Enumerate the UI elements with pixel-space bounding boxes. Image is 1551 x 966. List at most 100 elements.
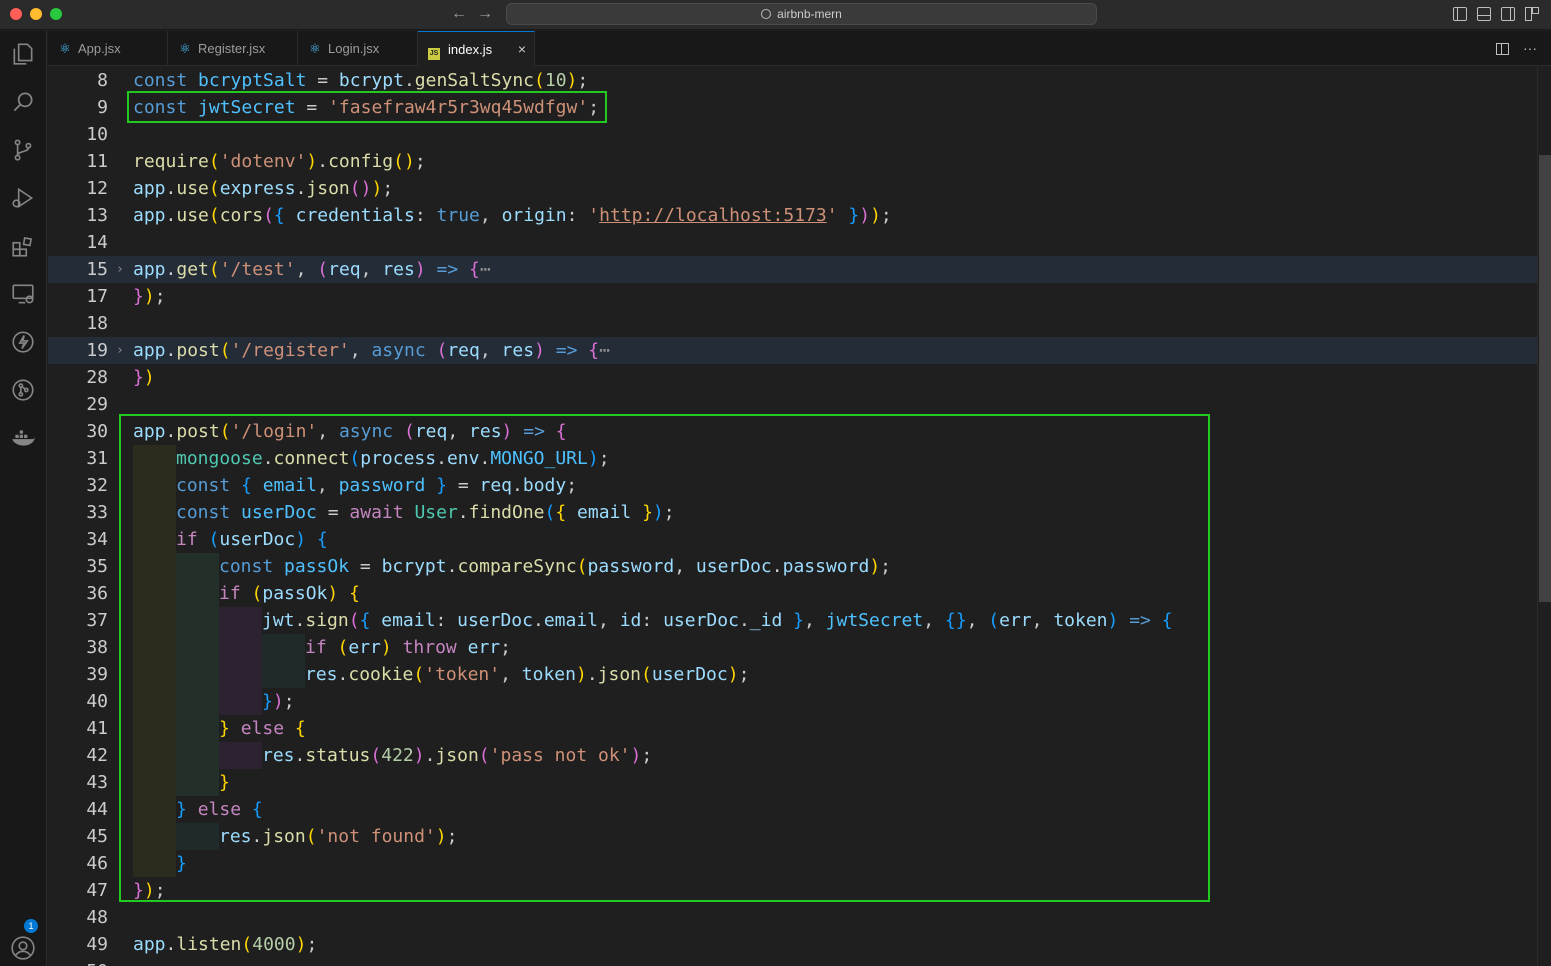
line-number: 12 <box>86 178 108 199</box>
scrollbar-thumb[interactable] <box>1539 155 1551 602</box>
tab-label: Login.jsx <box>328 41 380 56</box>
line-number: 42 <box>86 745 108 766</box>
line-number: 33 <box>86 502 108 523</box>
title-bar: ← → airbnb-mern <box>0 0 1551 30</box>
line-number: 30 <box>86 421 108 442</box>
line-number: 43 <box>86 772 108 793</box>
fold-ellipsis[interactable]: ⋯ <box>480 259 491 280</box>
code-line: 12 app.use(express.json()); <box>48 175 1537 202</box>
split-editor-icon[interactable] <box>1496 43 1509 55</box>
line-number: 46 <box>86 853 108 874</box>
explorer-icon[interactable] <box>9 40 37 68</box>
remote-explorer-icon[interactable] <box>9 280 37 308</box>
line-number: 38 <box>86 637 108 658</box>
code-text: app.use(cors({ credentials: true, origin… <box>133 205 892 226</box>
code-text: app.listen(4000); <box>133 934 318 955</box>
code-line: 18 <box>48 310 1537 337</box>
extensions-icon[interactable] <box>9 232 37 260</box>
fold-ellipsis[interactable]: ⋯ <box>599 340 610 361</box>
login-route-highlight-box <box>119 414 1210 902</box>
more-actions-icon[interactable]: ··· <box>1523 31 1537 66</box>
tab-label: Register.jsx <box>198 41 266 56</box>
minimize-window-button[interactable] <box>30 8 42 20</box>
code-line: 11 require('dotenv').config(); <box>48 148 1537 175</box>
line-number: 36 <box>86 583 108 604</box>
editor-actions: ··· <box>1496 31 1537 66</box>
line-number: 41 <box>86 718 108 739</box>
code-line: 28 }) <box>48 364 1537 391</box>
line-number: 32 <box>86 475 108 496</box>
toggle-primary-sidebar-icon[interactable] <box>1453 7 1467 21</box>
code-text: app.post('/register', async (req, res) =… <box>133 340 610 361</box>
tab-label: index.js <box>448 42 493 57</box>
code-line: 13 app.use(cors({ credentials: true, ori… <box>48 202 1537 229</box>
line-number: 17 <box>86 286 108 307</box>
activity-bar: 1 <box>0 31 47 966</box>
close-window-button[interactable] <box>10 8 22 20</box>
code-line: 49 app.listen(4000); <box>48 931 1537 958</box>
code-line: 19 › app.post('/register', async (req, r… <box>48 337 1537 364</box>
editor-tab-bar: ⚛ App.jsx ⚛ Register.jsx ⚛ Login.jsx JS inde… <box>48 31 1551 66</box>
line-number: 37 <box>86 610 108 631</box>
line-number: 35 <box>86 556 108 577</box>
line-number: 11 <box>86 151 108 172</box>
close-tab-icon[interactable]: × <box>518 32 526 67</box>
fold-chevron-icon[interactable]: › <box>116 337 124 364</box>
line-number: 34 <box>86 529 108 550</box>
tab-login-jsx[interactable]: ⚛ Login.jsx <box>298 31 418 66</box>
line-number: 13 <box>86 205 108 226</box>
git-graph-icon[interactable] <box>9 376 37 404</box>
line-number: 50 <box>48 958 108 966</box>
line-number: 14 <box>86 232 108 253</box>
line-number: 28 <box>86 367 108 388</box>
line-number: 8 <box>97 70 108 91</box>
react-icon: ⚛ <box>309 41 321 56</box>
line-number: 18 <box>86 313 108 334</box>
line-number: 9 <box>97 97 108 118</box>
toggle-panel-icon[interactable] <box>1477 7 1491 21</box>
search-icon[interactable] <box>9 88 37 116</box>
run-and-debug-icon[interactable] <box>9 184 37 212</box>
account-icon[interactable] <box>9 934 37 962</box>
code-line: 50 <box>48 958 1537 966</box>
code-text: app.get('/test', (req, res) => {⋯ <box>133 259 491 280</box>
tab-index-js[interactable]: JS index.js × <box>418 31 535 66</box>
code-line: 10 <box>48 121 1537 148</box>
search-icon <box>761 9 772 19</box>
react-icon: ⚛ <box>59 41 71 56</box>
tab-label: App.jsx <box>78 41 121 56</box>
fold-chevron-icon[interactable]: › <box>116 256 124 283</box>
editor-vertical-scrollbar[interactable] <box>1537 67 1551 966</box>
workspace-title: airbnb-mern <box>777 7 842 21</box>
command-center-search[interactable]: airbnb-mern <box>506 3 1097 25</box>
line-number: 29 <box>86 394 108 415</box>
line-number: 10 <box>86 124 108 145</box>
tab-app-jsx[interactable]: ⚛ App.jsx <box>48 31 168 66</box>
code-line: 15 › app.get('/test', (req, res) => {⋯ <box>48 256 1537 283</box>
maximize-window-button[interactable] <box>50 8 62 20</box>
code-editor[interactable]: 8 const bcryptSalt = bcrypt.genSaltSync(… <box>48 67 1537 966</box>
thunder-client-icon[interactable] <box>9 328 37 356</box>
line-number: 48 <box>86 907 108 928</box>
jwt-secret-highlight-box <box>127 91 607 123</box>
code-text: const bcryptSalt = bcrypt.genSaltSync(10… <box>133 70 589 91</box>
toggle-secondary-sidebar-icon[interactable] <box>1501 7 1515 21</box>
line-number: 47 <box>86 880 108 901</box>
js-icon: JS <box>428 48 440 60</box>
tab-register-jsx[interactable]: ⚛ Register.jsx <box>168 31 298 66</box>
code-text: }) <box>133 367 155 388</box>
source-control-icon[interactable] <box>9 136 37 164</box>
line-number: 49 <box>86 934 108 955</box>
react-icon: ⚛ <box>179 41 191 56</box>
line-number: 15 <box>86 259 108 280</box>
line-number: 39 <box>86 664 108 685</box>
customize-layout-icon[interactable] <box>1525 7 1539 21</box>
docker-icon[interactable] <box>9 424 37 452</box>
back-arrow-icon[interactable]: ← <box>451 4 467 24</box>
code-text: app.use(express.json()); <box>133 178 394 199</box>
line-number: 31 <box>86 448 108 469</box>
account-notification-badge: 1 <box>24 919 38 933</box>
code-line: 48 <box>48 904 1537 931</box>
line-number: 40 <box>86 691 108 712</box>
forward-arrow-icon[interactable]: → <box>477 4 493 24</box>
